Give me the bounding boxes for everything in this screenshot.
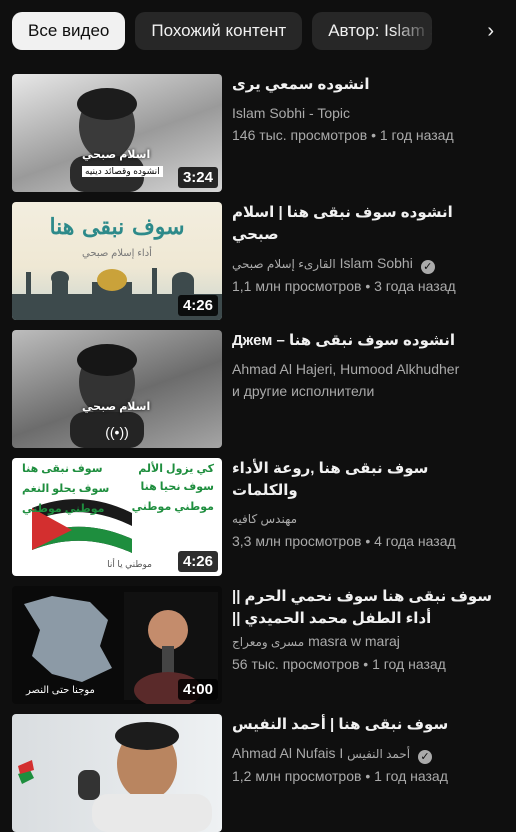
video-title[interactable]: سوف نبقى هنا سوف نحمي الحرم || أداء الطف… [232,586,496,630]
channel-name[interactable]: Islam Sobhi [340,255,413,271]
video-title[interactable]: سوف نبقى هنا | أحمد النفيس [232,714,496,736]
video-item[interactable]: اسلام صبحي ((•)) Джем – انشوده سوف نبقى … [12,330,516,448]
channel-name[interactable]: مهندس كافيه [232,508,496,530]
live-radio-icon: ((•)) [105,424,129,440]
video-thumbnail[interactable] [12,714,222,832]
video-stats: 1,1 млн просмотров • 3 года назад [232,278,456,294]
video-stats: 56 тыс. просмотров • 1 год назад [232,656,446,672]
channel-name[interactable]: Ahmad Al Nufais I [232,745,343,761]
channel-arabic-name: مسرى ومعراج [232,635,305,649]
video-thumbnail[interactable]: موجنا حتى النصر 4:00 [12,586,222,704]
channel-name[interactable]: masra w maraj [308,633,400,649]
channel-name-more[interactable]: и другие исполнители [232,380,496,402]
video-item[interactable]: سوف نبقى هنا أداء إسلام صبحي 4:26 انشوده… [12,202,516,320]
thumbnail-text: اسلام صبحي [82,149,151,161]
video-title[interactable]: سوف نبقى هنا ,روعة الأداء والكلمات [232,458,496,502]
video-item[interactable]: اسلام صبحي انشوده وقصائد دينيه 3:24 انشو… [12,74,516,192]
video-duration: 4:00 [177,679,218,700]
thumbnail-caption: انشوده وقصائد دينيه [82,166,163,177]
chip-all-videos[interactable]: Все видео [12,12,126,50]
video-stats: 146 тыс. просмотров • 1 год назад [232,127,454,143]
video-title[interactable]: انشوده سوف نبقى هنا | اسلام صبحي [232,202,496,246]
channel-arabic-name: أحمد النفيس [347,747,411,761]
thumbnail-line: سوف يحلو النغم [22,483,110,495]
video-duration: 3:24 [177,167,218,188]
chip-author[interactable]: Автор: Islam Sobhi [312,12,433,50]
singer-portrait-image [18,722,212,832]
video-title[interactable]: Джем – انشوده سوف نبقى هنا [232,330,496,352]
thumbnail-line: سوف نبقى هنا [22,463,103,475]
thumbnail-line: كي يزول الألم [138,463,214,475]
channel-name[interactable]: Islam Sobhi - Topic [232,102,496,124]
video-title[interactable]: انشوده سمعي يرى [232,74,496,96]
channel-row[interactable]: Ahmad Al Nufais I أحمد النفيس ✓ [232,742,496,765]
video-duration: 4:26 [177,295,218,316]
video-thumbnail[interactable]: سوف نبقى هنا أداء إسلام صبحي 4:26 [12,202,222,320]
video-stats: 3,3 млн просмотров • 4 года назад [232,533,456,549]
channel-row[interactable]: مسرى ومعراج masra w maraj [232,630,496,653]
video-item[interactable]: سوف نبقى هنا | أحمد النفيس Ahmad Al Nufa… [12,714,516,832]
thumbnail-line: موطني موطني [22,503,105,515]
video-thumbnail[interactable]: اسلام صبحي انشوده وقصائد دينيه 3:24 [12,74,222,192]
video-thumbnail[interactable]: اسلام صبحي ((•)) [12,330,222,448]
thumbnail-line: موطني يا أنا [107,559,152,569]
video-thumbnail[interactable]: كي يزول الألم سوف نبقى هنا سوف نحيا هنا … [12,458,222,576]
channel-arabic-name: القارىء إسلام صبحي [232,257,336,271]
thumbnail-text: اسلام صبحي [82,401,151,413]
verified-icon: ✓ [420,260,435,274]
chevron-right-icon[interactable]: › [456,11,516,51]
thumbnail-line: سوف نحيا هنا [140,481,214,493]
video-duration: 4:26 [177,551,218,572]
channel-name[interactable]: Ahmad Al Hajeri, Humood Alkhudher [232,358,496,380]
thumbnail-caption: موجنا حتى النصر [26,685,95,696]
filter-chips: Все видео Похожий контент Автор: Islam S… [12,11,516,51]
verified-icon: ✓ [418,750,432,764]
video-item[interactable]: موجنا حتى النصر 4:00 سوف نبقى هنا سوف نح… [12,586,516,704]
chip-similar-content[interactable]: Похожий контент [135,12,303,50]
thumbnail-line: موطني موطني [131,501,214,513]
video-item[interactable]: كي يزول الألم سوف نبقى هنا سوف نحيا هنا … [12,458,516,576]
video-stats: 1,2 млн просмотров • 1 год назад [232,768,448,784]
channel-row[interactable]: القارىء إسلام صبحي Islam Sobhi ✓ [232,252,496,275]
